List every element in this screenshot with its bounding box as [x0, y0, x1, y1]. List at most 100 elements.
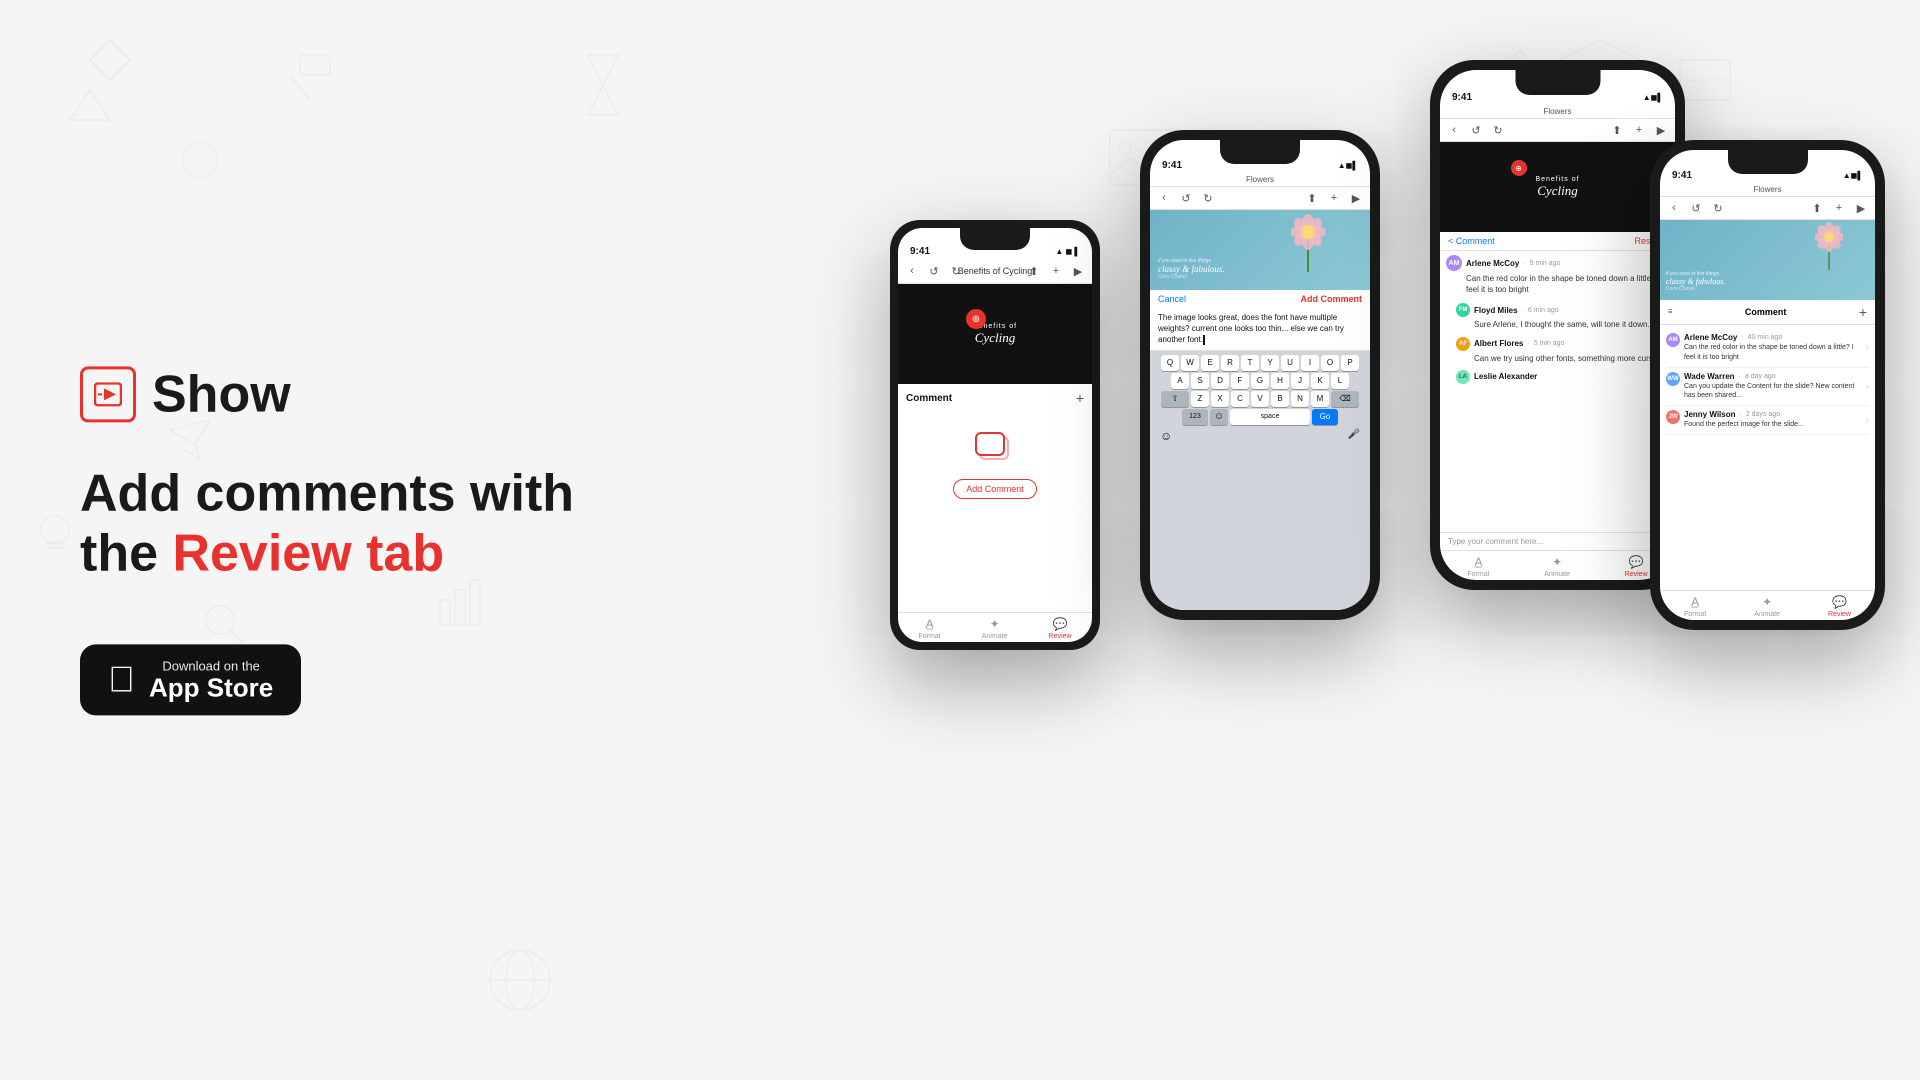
- phone3-animate-label: Animate: [1544, 571, 1570, 578]
- phone4-name-0: Arlene McCoy: [1684, 333, 1737, 342]
- phone4-chevron-1: ›: [1866, 381, 1869, 392]
- kb-s[interactable]: S: [1191, 373, 1209, 389]
- phone3-flowers-bar: Flowers: [1440, 105, 1675, 119]
- phone1-add-comment-btn[interactable]: Add Comment: [953, 479, 1037, 499]
- phone2-back-icon[interactable]: ‹: [1156, 190, 1172, 206]
- phone1-undo-icon[interactable]: ↺: [926, 263, 942, 279]
- kb-p[interactable]: P: [1341, 355, 1359, 371]
- phone4-name-1: Wade Warren: [1684, 372, 1735, 381]
- phone3-reply-1-name: Floyd Miles: [1474, 306, 1518, 315]
- phone4-time-1-val: a day ago: [1745, 373, 1776, 380]
- phone4-comment-0: AM Arlene McCoy · 40 min ago Can the red…: [1666, 329, 1869, 368]
- phone3-reply-1-time: 6 min ago: [1528, 307, 1559, 314]
- phone2-play-icon[interactable]: ▶: [1348, 190, 1364, 206]
- kb-h[interactable]: H: [1271, 373, 1289, 389]
- kb-g[interactable]: G: [1251, 373, 1269, 389]
- kb-e[interactable]: E: [1201, 355, 1219, 371]
- phone4-share-icon[interactable]: ⬆: [1809, 200, 1825, 216]
- appstore-button[interactable]:  Download on the App Store: [80, 644, 301, 716]
- kb-delete[interactable]: ⌫: [1331, 391, 1359, 407]
- kb-n[interactable]: N: [1291, 391, 1309, 407]
- phone3-status-icons: ▲◼▌: [1643, 93, 1663, 102]
- phone1-add-icon[interactable]: +: [1048, 263, 1064, 279]
- phone4-back-icon[interactable]: ‹: [1666, 200, 1682, 216]
- phone2-kb-row1: Q W E R T Y U I O P: [1152, 355, 1368, 371]
- phone2-keyboard[interactable]: Q W E R T Y U I O P A S D F G H: [1150, 351, 1370, 610]
- phone3-redo-icon[interactable]: ↻: [1490, 122, 1506, 138]
- phone3-nav-right: ⬆ + ▶: [1609, 122, 1669, 138]
- kb-q[interactable]: Q: [1161, 355, 1179, 371]
- kb-u[interactable]: U: [1281, 355, 1299, 371]
- kb-j[interactable]: J: [1291, 373, 1309, 389]
- phone4-undo-icon[interactable]: ↺: [1688, 200, 1704, 216]
- kb-l[interactable]: L: [1331, 373, 1349, 389]
- phone2-share-icon[interactable]: ⬆: [1304, 190, 1320, 206]
- kb-c[interactable]: C: [1231, 391, 1249, 407]
- kb-k[interactable]: K: [1311, 373, 1329, 389]
- phone4-play-icon[interactable]: ▶: [1853, 200, 1869, 216]
- phone4-nav-left: ‹ ↺ ↻: [1666, 200, 1726, 216]
- phone1-format-icon: A̲: [926, 617, 934, 631]
- kb-go[interactable]: Go: [1312, 409, 1338, 425]
- phone4-tab-review[interactable]: 💬 Review: [1828, 595, 1851, 618]
- phone3-back-btn[interactable]: < Comment: [1448, 236, 1495, 246]
- phone3-share-icon[interactable]: ⬆: [1609, 122, 1625, 138]
- kb-o[interactable]: O: [1321, 355, 1339, 371]
- headline-line2: the Review tab: [80, 524, 580, 584]
- phone1-add-btn[interactable]: +: [1076, 390, 1084, 406]
- phone2-slide-text-overlay: if you want to live things classy & fabu…: [1158, 258, 1225, 280]
- kb-w[interactable]: W: [1181, 355, 1199, 371]
- kb-d[interactable]: D: [1211, 373, 1229, 389]
- phone1-tab-format[interactable]: A̲ Format: [919, 617, 941, 640]
- phone4-time-2: ·: [1740, 411, 1742, 418]
- phone2-add-icon[interactable]: +: [1326, 190, 1342, 206]
- kb-shift[interactable]: ⇧: [1161, 391, 1189, 407]
- kb-r[interactable]: R: [1221, 355, 1239, 371]
- phone4-add-icon[interactable]: +: [1831, 200, 1847, 216]
- phone4-comment-panel-header: ☰ Comment +: [1660, 300, 1875, 325]
- phone4-flower-slide: if you want to live things classy & fabu…: [1660, 220, 1875, 300]
- phone2-cancel-btn[interactable]: Cancel: [1158, 294, 1186, 304]
- phone3-play-icon[interactable]: ▶: [1653, 122, 1669, 138]
- phone3-back-icon[interactable]: ‹: [1446, 122, 1462, 138]
- kb-123[interactable]: 123: [1182, 409, 1208, 425]
- kb-z[interactable]: Z: [1191, 391, 1209, 407]
- phone1-back-icon[interactable]: ‹: [904, 263, 920, 279]
- phone3-tab-format[interactable]: A̲ Format: [1467, 555, 1489, 578]
- phone3-time-0: ·: [1523, 260, 1525, 267]
- phone4-text-0: Can the red color in the shape be toned …: [1684, 343, 1866, 363]
- phone3-undo-icon[interactable]: ↺: [1468, 122, 1484, 138]
- kb-a[interactable]: A: [1171, 373, 1189, 389]
- phone2-text-input[interactable]: The image looks great, does the font hav…: [1150, 308, 1370, 351]
- kb-emoji[interactable]: ☺: [1210, 409, 1228, 425]
- phone1-play-icon[interactable]: ▶: [1070, 263, 1086, 279]
- phone1-tab-review[interactable]: 💬 Review: [1049, 617, 1072, 640]
- phone2-undo-icon[interactable]: ↺: [1178, 190, 1194, 206]
- phone4-tab-animate[interactable]: ✦ Animate: [1754, 595, 1780, 618]
- phone3-tab-review[interactable]: 💬 Review: [1625, 555, 1648, 578]
- phone4-comment-add-btn[interactable]: +: [1859, 304, 1867, 320]
- phone4-comment-label: Comment: [1745, 307, 1787, 317]
- phone4-redo-icon[interactable]: ↻: [1710, 200, 1726, 216]
- kb-b[interactable]: B: [1271, 391, 1289, 407]
- phone3-add-icon[interactable]: +: [1631, 122, 1647, 138]
- phone1-format-label: Format: [919, 633, 941, 640]
- phone3-tab-animate[interactable]: ✦ Animate: [1544, 555, 1570, 578]
- kb-f[interactable]: F: [1231, 373, 1249, 389]
- kb-y[interactable]: Y: [1261, 355, 1279, 371]
- kb-t[interactable]: T: [1241, 355, 1259, 371]
- phone3-format-icon: A̲: [1474, 555, 1482, 569]
- phone1-tab-animate[interactable]: ✦ Animate: [982, 617, 1008, 640]
- kb-x[interactable]: X: [1211, 391, 1229, 407]
- phone2-add-comment-action[interactable]: Add Comment: [1301, 294, 1363, 304]
- phone2-redo-icon[interactable]: ↻: [1200, 190, 1216, 206]
- phone4-avatar-1: WW: [1666, 372, 1680, 386]
- kb-m[interactable]: M: [1311, 391, 1329, 407]
- kb-v[interactable]: V: [1251, 391, 1269, 407]
- phone4-tab-format[interactable]: A̲ Format: [1684, 595, 1706, 618]
- kb-i[interactable]: I: [1301, 355, 1319, 371]
- phone3-reply-3: LA Leslie Alexander: [1456, 370, 1669, 384]
- phone1-comment-icon: [975, 432, 1015, 467]
- kb-space[interactable]: space: [1230, 409, 1310, 425]
- phone3-thread-input[interactable]: Type your comment here...: [1440, 532, 1675, 550]
